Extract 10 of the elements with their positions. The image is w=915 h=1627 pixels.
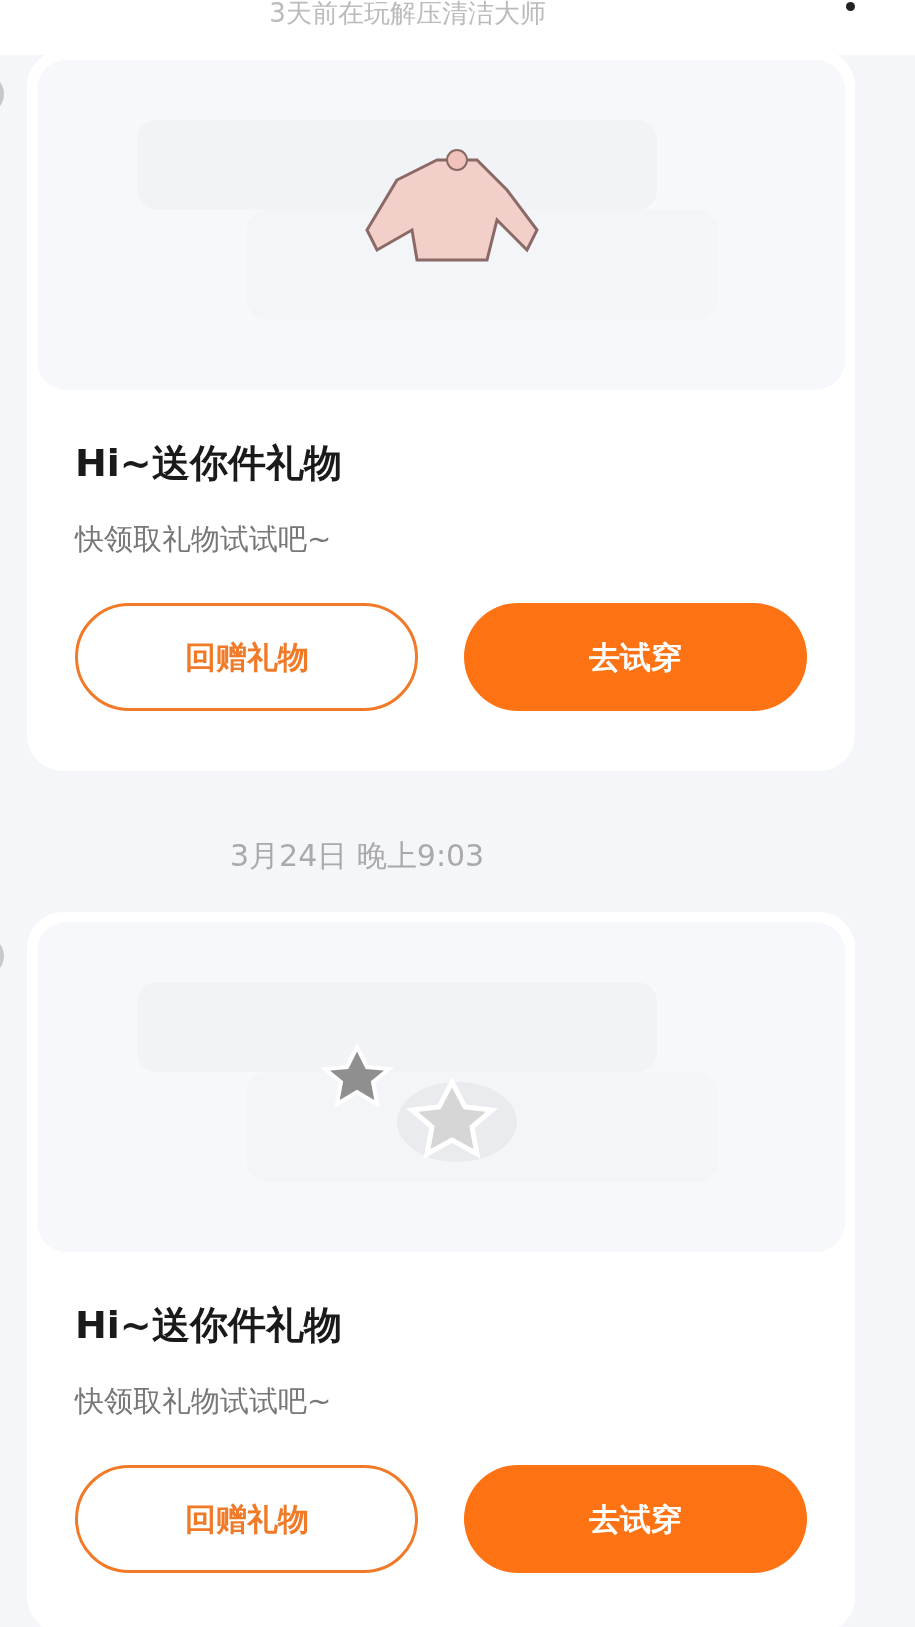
timestamp: 3月24日 晚上9:03	[230, 838, 485, 873]
return-gift-button[interactable]: 回赠礼物	[75, 603, 418, 711]
try-on-button[interactable]: 去试穿	[464, 1465, 807, 1573]
card-title: Hi~送你件礼物	[75, 1302, 343, 1349]
card-text: 快领取礼物试试吧~	[75, 1382, 333, 1420]
return-gift-button[interactable]: 回赠礼物	[75, 1465, 418, 1573]
card-text: 快领取礼物试试吧~	[75, 520, 333, 558]
status-subtitle: 3天前在玩解压清洁大师	[269, 0, 546, 26]
try-on-button[interactable]: 去试穿	[464, 603, 807, 711]
card-title: Hi~送你件礼物	[75, 440, 343, 487]
